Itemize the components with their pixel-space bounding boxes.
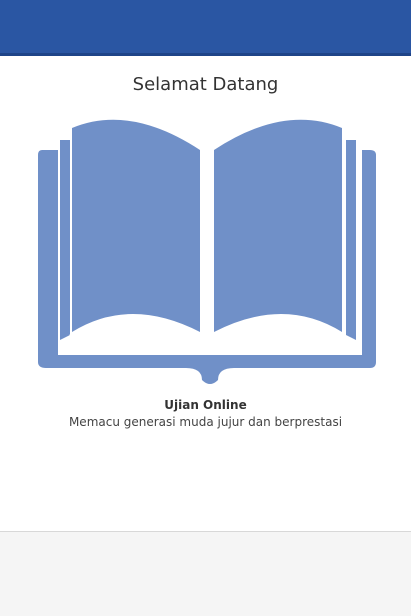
open-book-icon [38,119,376,384]
welcome-title: Selamat Datang [132,74,279,95]
app-tagline: Memacu generasi muda jujur dan berpresta… [68,415,343,429]
app-name: Ujian Online [164,398,247,412]
app-header-bar [0,0,411,56]
book-right-page [214,119,342,332]
book-left-page [72,119,200,333]
footer-area [0,531,411,616]
